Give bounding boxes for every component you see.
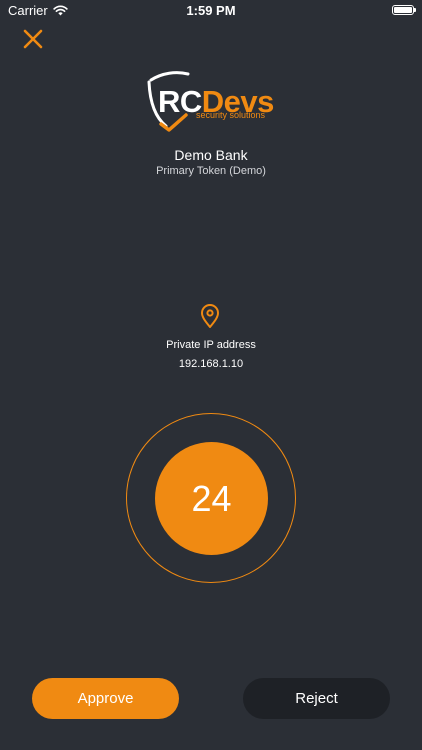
ip-label: Private IP address bbox=[166, 339, 256, 351]
ip-address: 192.168.1.10 bbox=[178, 358, 244, 370]
approve-button[interactable]: Approve bbox=[32, 678, 179, 719]
battery-tip bbox=[414, 8, 416, 12]
location-pin-icon bbox=[201, 304, 219, 328]
bank-name: Demo Bank bbox=[174, 147, 248, 163]
battery-icon bbox=[392, 5, 416, 15]
status-time: 1:59 PM bbox=[186, 3, 236, 18]
rcdevs-logo: RCDevs security solutions bbox=[142, 70, 282, 134]
close-button[interactable] bbox=[20, 26, 46, 52]
battery-level bbox=[394, 7, 412, 13]
status-bar: Carrier 1:59 PM bbox=[0, 0, 422, 22]
close-icon bbox=[23, 29, 43, 49]
reject-button[interactable]: Reject bbox=[243, 678, 390, 719]
logo-tagline: security solutions bbox=[196, 110, 266, 120]
verification-code: 24 bbox=[155, 442, 268, 555]
token-name: Primary Token (Demo) bbox=[156, 165, 266, 177]
